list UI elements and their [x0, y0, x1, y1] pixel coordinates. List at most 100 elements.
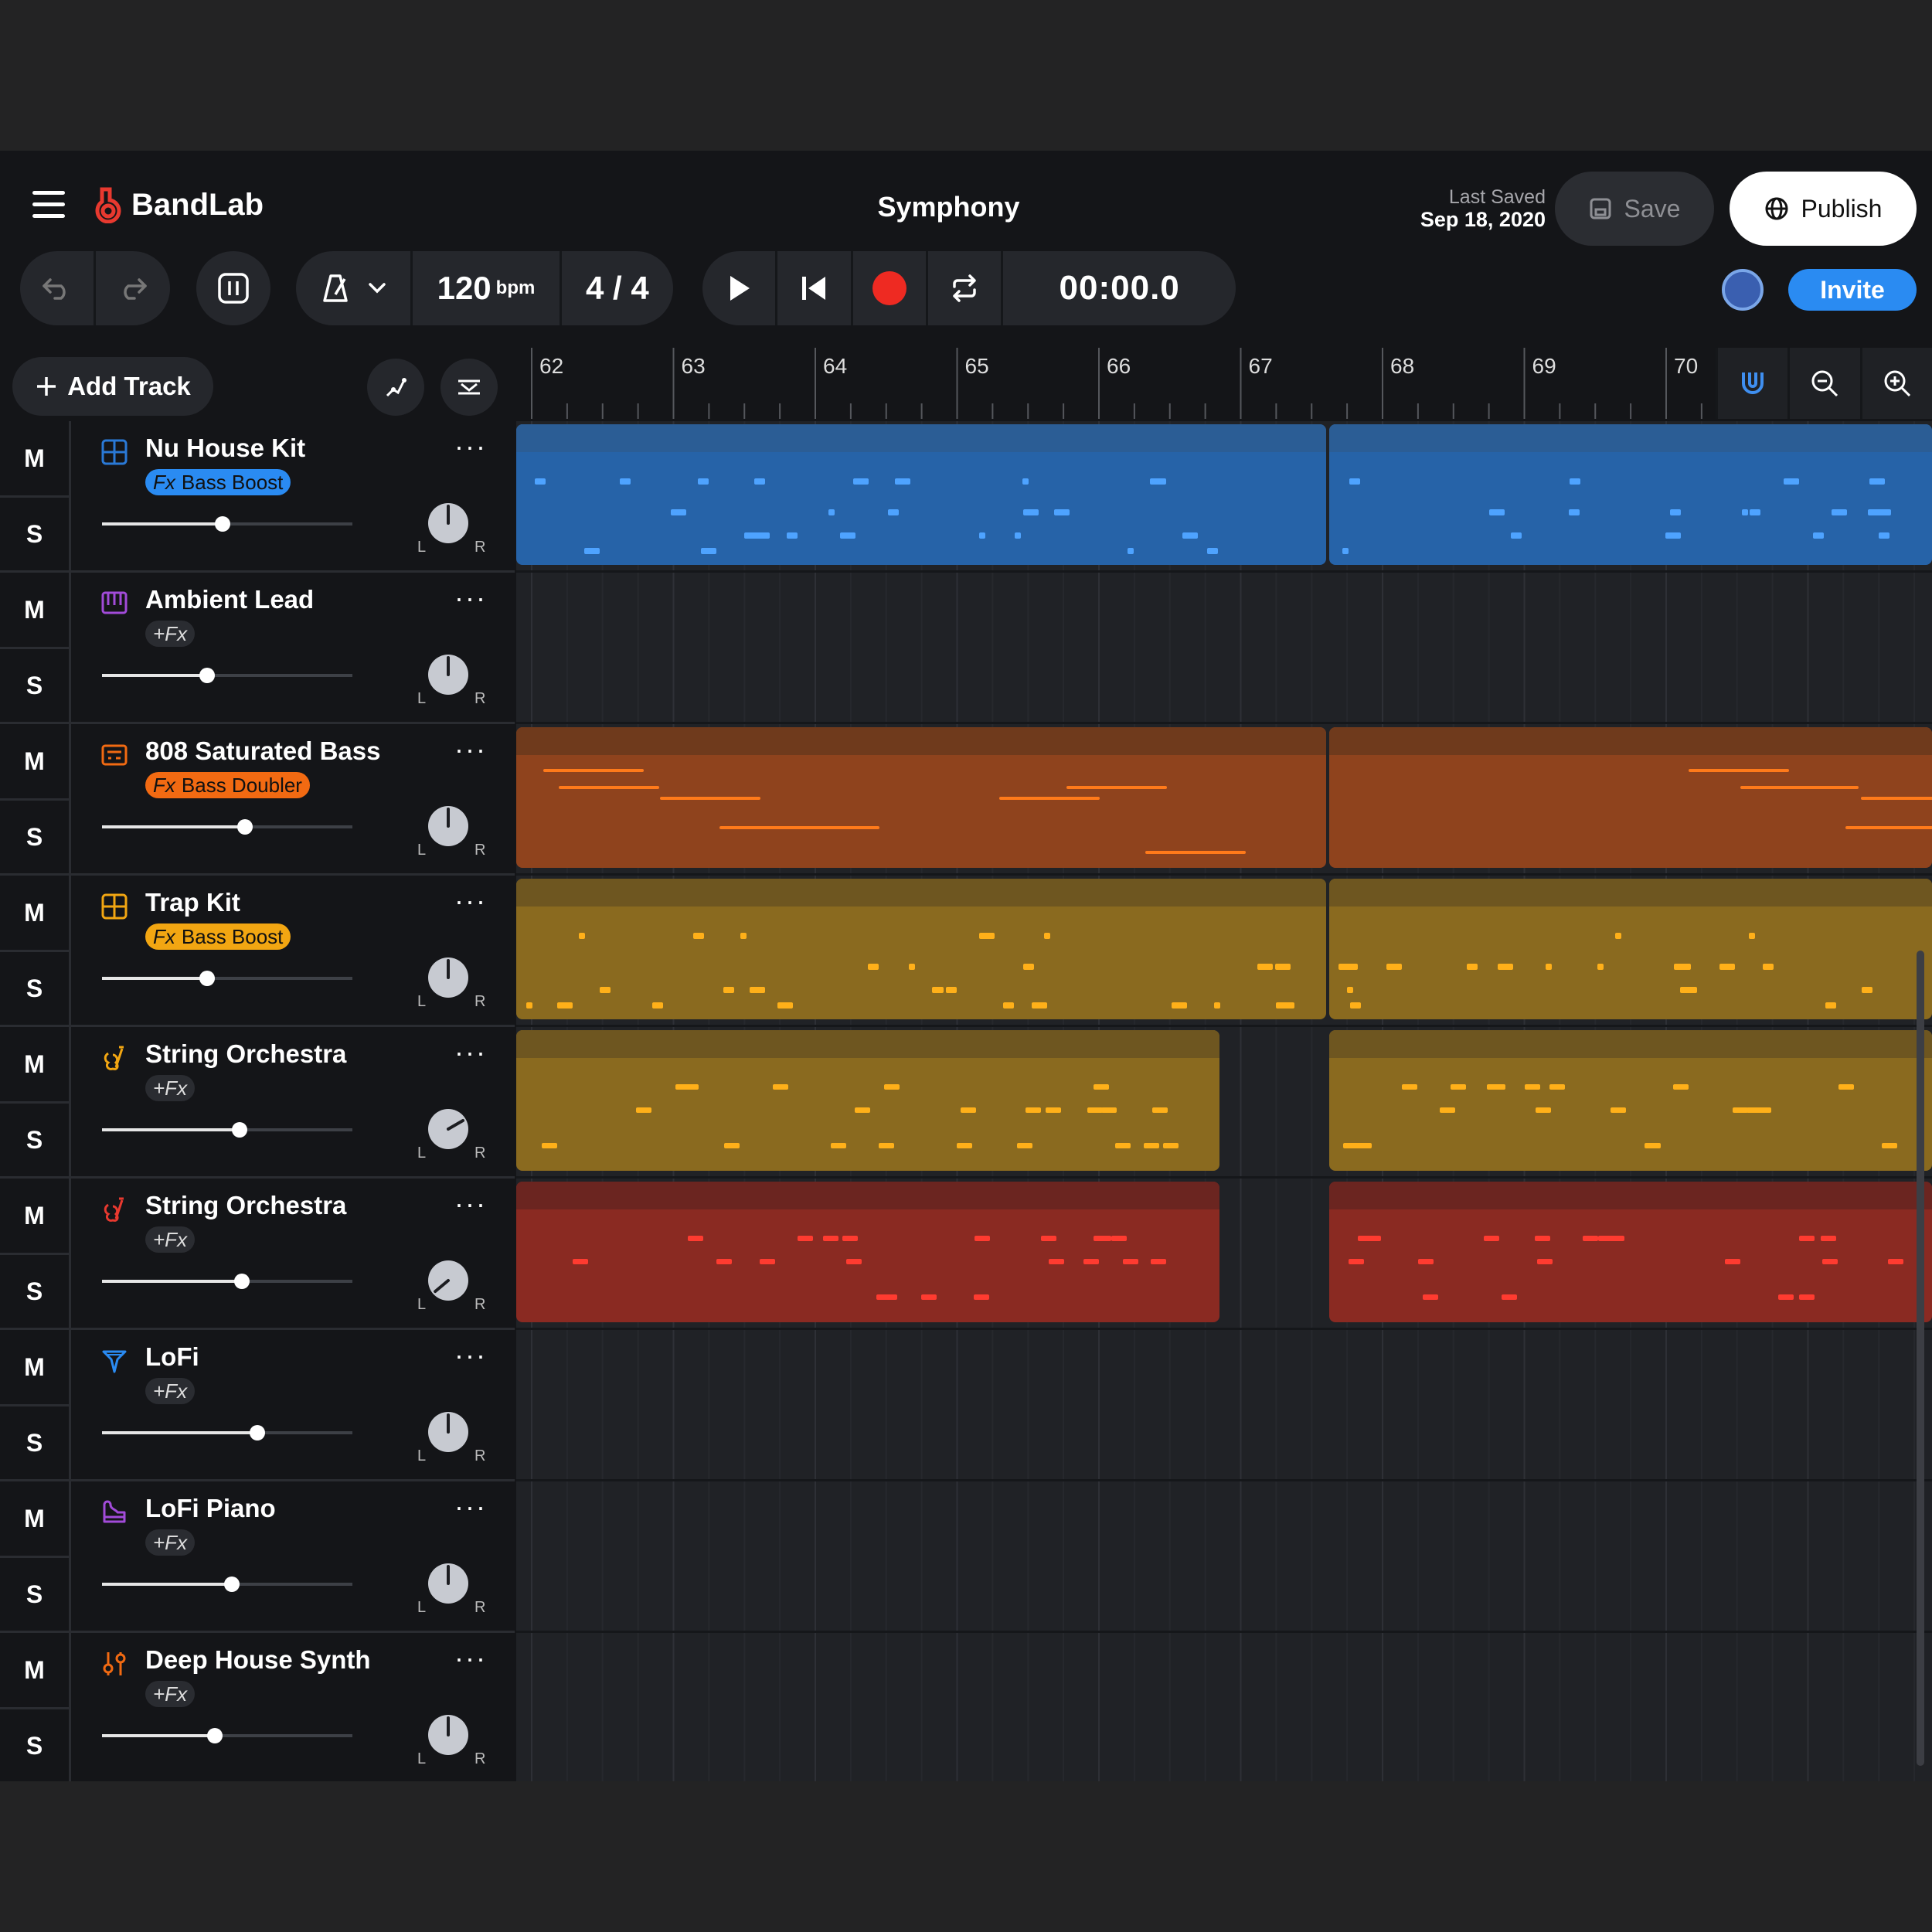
midi-note[interactable]	[724, 1143, 740, 1148]
track-name[interactable]: LoFi	[145, 1342, 199, 1372]
midi-note[interactable]	[535, 478, 546, 485]
midi-note[interactable]	[1342, 548, 1349, 554]
midi-note[interactable]	[1111, 1236, 1128, 1241]
midi-note[interactable]	[979, 532, 986, 539]
pan-knob[interactable]	[427, 1410, 470, 1454]
midi-note[interactable]	[697, 478, 709, 485]
midi-note[interactable]	[1498, 964, 1513, 970]
midi-clip[interactable]	[516, 424, 1326, 565]
clip-header[interactable]	[1329, 1182, 1932, 1209]
more-options-icon[interactable]: ···	[454, 1036, 487, 1069]
add-fx-button[interactable]: +Fx	[145, 1529, 196, 1556]
midi-note[interactable]	[1502, 1294, 1518, 1300]
midi-note[interactable]	[852, 478, 869, 485]
midi-note[interactable]	[744, 532, 760, 539]
vertical-scrollbar[interactable]	[1917, 951, 1924, 1766]
track-header[interactable]: M S 808 Saturated Bass ··· Fx Bass Double…	[0, 724, 515, 876]
midi-note[interactable]	[974, 1236, 990, 1241]
solo-button[interactable]: S	[0, 497, 69, 571]
midi-note[interactable]	[932, 987, 944, 993]
midi-note[interactable]	[620, 478, 631, 485]
snap-button[interactable]	[1716, 348, 1787, 419]
midi-note[interactable]	[1002, 1002, 1014, 1009]
midi-note[interactable]	[1689, 769, 1790, 772]
midi-note[interactable]	[1346, 987, 1353, 993]
midi-note[interactable]	[1366, 1236, 1382, 1241]
midi-note[interactable]	[1151, 478, 1167, 485]
midi-note[interactable]	[1673, 964, 1689, 970]
midi-note[interactable]	[1257, 964, 1273, 970]
volume-slider-thumb[interactable]	[206, 1728, 223, 1743]
midi-note[interactable]	[1821, 1236, 1837, 1241]
midi-note[interactable]	[1778, 1294, 1794, 1300]
midi-note[interactable]	[1025, 1107, 1041, 1113]
pan-knob[interactable]	[427, 804, 470, 848]
solo-button[interactable]: S	[0, 951, 69, 1026]
midi-note[interactable]	[719, 826, 820, 829]
midi-note[interactable]	[1511, 532, 1522, 539]
midi-note[interactable]	[1672, 1084, 1689, 1090]
midi-note[interactable]	[855, 1107, 871, 1113]
midi-note[interactable]	[1825, 1002, 1836, 1009]
midi-note[interactable]	[1087, 1107, 1104, 1113]
midi-note[interactable]	[1022, 964, 1034, 970]
midi-note[interactable]	[1608, 1236, 1624, 1241]
add-fx-button[interactable]: +Fx	[145, 621, 196, 647]
midi-note[interactable]	[1386, 964, 1402, 970]
zoom-out-button[interactable]	[1787, 348, 1859, 419]
clip-header[interactable]	[516, 727, 1326, 755]
track-header[interactable]: M S String Orchestra ··· +Fx L R	[0, 1027, 515, 1179]
track-name[interactable]: String Orchestra	[145, 1191, 346, 1220]
midi-note[interactable]	[1537, 1259, 1553, 1264]
midi-note[interactable]	[1614, 933, 1621, 939]
midi-note[interactable]	[579, 933, 586, 939]
midi-note[interactable]	[1083, 1259, 1099, 1264]
pan-knob[interactable]	[427, 1259, 470, 1302]
midi-clip[interactable]	[516, 1030, 1219, 1171]
midi-note[interactable]	[1466, 964, 1478, 970]
more-options-icon[interactable]: ···	[454, 1491, 487, 1523]
midi-note[interactable]	[1749, 933, 1756, 939]
midi-note[interactable]	[1486, 1084, 1502, 1090]
midi-note[interactable]	[1451, 1084, 1467, 1090]
midi-note[interactable]	[828, 509, 835, 515]
midi-clip[interactable]	[1329, 424, 1932, 565]
midi-note[interactable]	[1763, 964, 1774, 970]
midi-note[interactable]	[1349, 1259, 1365, 1264]
midi-note[interactable]	[772, 1084, 788, 1090]
volume-slider-thumb[interactable]	[236, 819, 253, 835]
midi-note[interactable]	[845, 1259, 862, 1264]
pan-knob[interactable]	[427, 502, 470, 545]
midi-note[interactable]	[1750, 509, 1761, 515]
midi-note[interactable]	[879, 1143, 895, 1148]
midi-note[interactable]	[1423, 1294, 1439, 1300]
tempo-field[interactable]: 120 bpm	[413, 251, 562, 325]
pan-knob[interactable]	[427, 956, 470, 999]
clip-header[interactable]	[516, 879, 1326, 906]
midi-note[interactable]	[1665, 532, 1681, 539]
midi-note[interactable]	[1881, 1143, 1897, 1148]
more-options-icon[interactable]: ···	[454, 1642, 487, 1675]
more-options-icon[interactable]: ···	[454, 1339, 487, 1372]
midi-note[interactable]	[974, 1294, 990, 1300]
solo-button[interactable]: S	[0, 1103, 69, 1177]
midi-note[interactable]	[1545, 964, 1552, 970]
solo-button[interactable]: S	[0, 1406, 69, 1480]
midi-note[interactable]	[1732, 1107, 1748, 1113]
arrangement-area[interactable]	[516, 421, 1932, 1781]
midi-note[interactable]	[675, 1084, 692, 1090]
midi-note[interactable]	[1152, 1107, 1168, 1113]
more-options-icon[interactable]: ···	[454, 1188, 487, 1220]
midi-note[interactable]	[1746, 1107, 1762, 1113]
add-track-button[interactable]: Add Track	[12, 357, 213, 416]
clip-header[interactable]	[516, 1182, 1219, 1209]
midi-note[interactable]	[787, 532, 798, 539]
track-name[interactable]: Deep House Synth	[145, 1645, 371, 1675]
midi-note[interactable]	[1356, 1143, 1372, 1148]
midi-note[interactable]	[723, 987, 735, 993]
midi-note[interactable]	[1582, 1236, 1598, 1241]
midi-clip[interactable]	[1329, 1030, 1932, 1171]
mute-button[interactable]: M	[0, 573, 69, 649]
midi-note[interactable]	[1869, 478, 1886, 485]
midi-note[interactable]	[1822, 1259, 1838, 1264]
